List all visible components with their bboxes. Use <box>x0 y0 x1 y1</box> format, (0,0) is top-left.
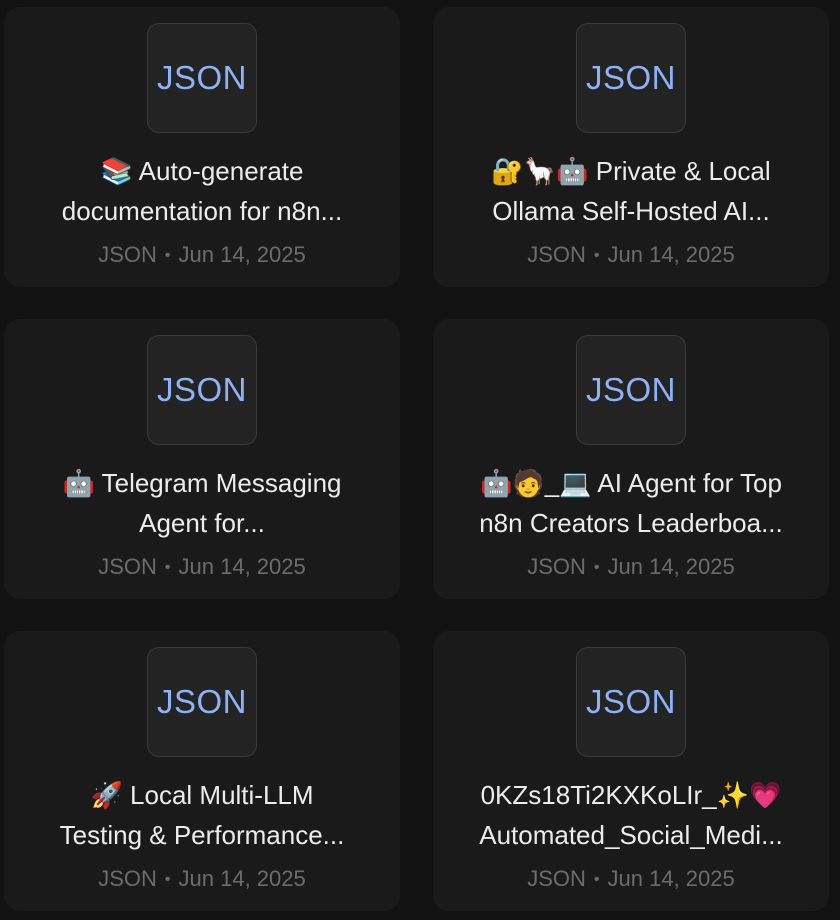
file-title-line: n8n Creators Leaderboa... <box>479 508 783 538</box>
file-card[interactable]: JSON 0KZs18Ti2KXKoLIr_✨💗 Automated_Socia… <box>433 631 829 911</box>
json-file-icon: JSON <box>147 335 257 445</box>
file-title-line: 🚀 Local Multi-LLM <box>90 780 314 810</box>
file-meta: JSON • Jun 14, 2025 <box>433 865 829 894</box>
file-type: JSON <box>98 866 157 891</box>
file-type: JSON <box>98 554 157 579</box>
file-grid: JSON 📚 Auto-generate documentation for n… <box>0 0 840 920</box>
file-title: 🔐🦙🤖 Private & Local Ollama Self-Hosted A… <box>463 151 799 231</box>
file-meta: JSON • Jun 14, 2025 <box>4 865 400 894</box>
meta-separator: • <box>593 247 600 264</box>
file-title-line: 🤖🧑_💻 AI Agent for Top <box>480 468 782 498</box>
file-card[interactable]: JSON 🚀 Local Multi-LLM Testing & Perform… <box>4 631 400 911</box>
file-type-thumb-label: JSON <box>156 371 247 408</box>
file-type: JSON <box>527 866 586 891</box>
meta-separator: • <box>593 871 600 888</box>
file-date: Jun 14, 2025 <box>178 554 306 579</box>
meta-separator: • <box>164 871 171 888</box>
file-type-thumb-label: JSON <box>156 683 247 720</box>
file-date: Jun 14, 2025 <box>607 554 735 579</box>
file-card[interactable]: JSON 📚 Auto-generate documentation for n… <box>4 7 400 287</box>
json-file-icon: JSON <box>147 647 257 757</box>
file-meta: JSON • Jun 14, 2025 <box>4 241 400 270</box>
file-title-line: 🤖 Telegram Messaging <box>62 468 342 498</box>
file-meta: JSON • Jun 14, 2025 <box>433 553 829 582</box>
file-date: Jun 14, 2025 <box>607 242 735 267</box>
json-file-icon: JSON <box>576 647 686 757</box>
file-title: 0KZs18Ti2KXKoLIr_✨💗 Automated_Social_Med… <box>463 775 799 855</box>
file-date: Jun 14, 2025 <box>607 866 735 891</box>
file-type-thumb-label: JSON <box>585 371 676 408</box>
meta-separator: • <box>593 559 600 576</box>
file-card[interactable]: JSON 🔐🦙🤖 Private & Local Ollama Self-Hos… <box>433 7 829 287</box>
file-title-line: Automated_Social_Medi... <box>479 820 783 850</box>
file-type: JSON <box>527 242 586 267</box>
file-title-line: 📚 Auto-generate <box>100 156 304 186</box>
file-type: JSON <box>98 242 157 267</box>
file-title-line: Agent for... <box>139 508 265 538</box>
file-title: 📚 Auto-generate documentation for n8n... <box>34 151 370 231</box>
json-file-icon: JSON <box>576 335 686 445</box>
file-meta: JSON • Jun 14, 2025 <box>4 553 400 582</box>
file-title-line: Ollama Self-Hosted AI... <box>492 196 770 226</box>
file-title-line: Testing & Performance... <box>59 820 345 850</box>
file-type: JSON <box>527 554 586 579</box>
json-file-icon: JSON <box>576 23 686 133</box>
file-title: 🤖🧑_💻 AI Agent for Top n8n Creators Leade… <box>463 463 799 543</box>
file-title-line: 🔐🦙🤖 Private & Local <box>491 156 771 186</box>
json-file-icon: JSON <box>147 23 257 133</box>
meta-separator: • <box>164 247 171 264</box>
file-title: 🚀 Local Multi-LLM Testing & Performance.… <box>34 775 370 855</box>
file-type-thumb-label: JSON <box>585 683 676 720</box>
file-title-line: 0KZs18Ti2KXKoLIr_✨💗 <box>480 780 782 810</box>
file-type-thumb-label: JSON <box>156 59 247 96</box>
meta-separator: • <box>164 559 171 576</box>
file-card[interactable]: JSON 🤖🧑_💻 AI Agent for Top n8n Creators … <box>433 319 829 599</box>
file-title-line: documentation for n8n... <box>61 196 343 226</box>
file-card[interactable]: JSON 🤖 Telegram Messaging Agent for... J… <box>4 319 400 599</box>
file-title: 🤖 Telegram Messaging Agent for... <box>34 463 370 543</box>
file-meta: JSON • Jun 14, 2025 <box>433 241 829 270</box>
file-date: Jun 14, 2025 <box>178 242 306 267</box>
file-type-thumb-label: JSON <box>585 59 676 96</box>
file-date: Jun 14, 2025 <box>178 866 306 891</box>
